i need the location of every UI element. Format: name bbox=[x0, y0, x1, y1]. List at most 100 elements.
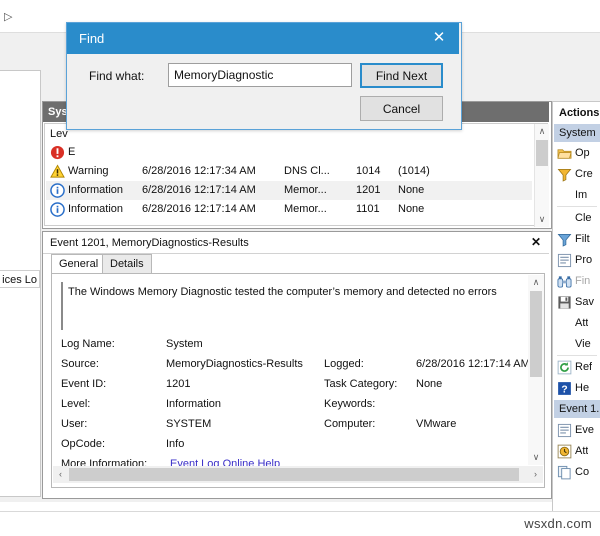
field-label-computer: Computer: bbox=[324, 416, 416, 432]
action-save-all-events-as[interactable]: Sav bbox=[554, 292, 600, 313]
row-date: 6/28/2016 12:17:34 AM bbox=[142, 163, 282, 180]
action-import-custom-view[interactable]: Im bbox=[554, 185, 600, 206]
actions-pane-header: Actions bbox=[553, 102, 600, 123]
field-label-user: User: bbox=[61, 416, 166, 432]
error-icon bbox=[50, 145, 65, 160]
action-view[interactable]: Vie bbox=[554, 334, 600, 355]
action-label: Sav bbox=[575, 295, 594, 310]
scroll-down-arrow-icon[interactable]: ∨ bbox=[529, 450, 543, 465]
action-find[interactable]: Fin bbox=[554, 271, 600, 292]
close-icon[interactable]: ✕ bbox=[529, 235, 543, 249]
action-clear-log[interactable]: Cle bbox=[554, 208, 600, 229]
row-level: Warning bbox=[68, 163, 140, 180]
action-label: Fin bbox=[575, 274, 590, 289]
scroll-up-arrow-icon[interactable]: ∧ bbox=[529, 275, 543, 290]
field-value-task-category: None bbox=[416, 376, 546, 392]
detail-horizontal-scrollbar[interactable]: ‹ › bbox=[53, 466, 543, 483]
event-detail-group: Event 1201, MemoryDiagnostics-Results ✕ … bbox=[42, 231, 552, 499]
help-icon: ? bbox=[557, 381, 572, 396]
action-label: Cle bbox=[575, 211, 592, 226]
row-source: DNS Cl... bbox=[284, 163, 354, 180]
row-event-id: 1201 bbox=[356, 182, 396, 199]
actions-separator bbox=[557, 355, 597, 356]
warning-icon bbox=[50, 164, 65, 179]
actions-group-event: Event 1. bbox=[554, 400, 600, 418]
actions-pane-title: Actions bbox=[559, 105, 599, 121]
table-row[interactable]: Warning 6/28/2016 12:17:34 AM DNS Cl... … bbox=[46, 162, 532, 181]
field-label-log-name: Log Name: bbox=[61, 336, 166, 352]
action-label: Vie bbox=[575, 337, 591, 352]
action-event-properties[interactable]: Eve bbox=[554, 420, 600, 441]
refresh-icon bbox=[557, 360, 572, 375]
event-list-vertical-scrollbar[interactable]: ∧ ∨ bbox=[534, 124, 549, 227]
row-event-id: 1101 bbox=[356, 201, 396, 218]
copy-icon bbox=[557, 465, 572, 480]
event-detail-title: Event 1201, MemoryDiagnostics-Results bbox=[50, 235, 249, 251]
find-what-label: Find what: bbox=[89, 68, 144, 84]
scroll-thumb[interactable] bbox=[69, 468, 519, 481]
action-open-saved-log[interactable]: Op bbox=[554, 143, 600, 164]
row-date bbox=[142, 144, 282, 161]
table-row[interactable]: E bbox=[46, 143, 532, 162]
action-label: Ref bbox=[575, 360, 592, 375]
toolbar-icon[interactable]: ▷ bbox=[4, 10, 18, 24]
scroll-thumb[interactable] bbox=[530, 291, 542, 377]
action-label: Filt bbox=[575, 232, 590, 247]
row-source: Memor... bbox=[284, 201, 354, 218]
find-what-input[interactable] bbox=[168, 63, 352, 87]
tree-item-services-logs[interactable]: ices Lo bbox=[0, 270, 40, 288]
tab-general[interactable]: General bbox=[51, 254, 106, 274]
field-value-logged: 6/28/2016 12:17:14 AM bbox=[416, 356, 546, 372]
action-help[interactable]: ? He bbox=[554, 378, 600, 399]
scroll-right-arrow-icon[interactable]: › bbox=[528, 466, 543, 482]
action-properties[interactable]: Pro bbox=[554, 250, 600, 271]
event-message-text: The Windows Memory Diagnostic tested the… bbox=[68, 285, 516, 299]
cancel-button[interactable]: Cancel bbox=[360, 96, 443, 121]
action-copy[interactable]: Co bbox=[554, 462, 600, 483]
row-task-category: None bbox=[398, 201, 488, 218]
action-refresh[interactable]: Ref bbox=[554, 357, 600, 378]
tab-details[interactable]: Details bbox=[102, 254, 152, 274]
find-dialog-body: Find what: Find Next Cancel bbox=[67, 54, 459, 127]
filter-funnel-icon bbox=[557, 232, 572, 247]
attach-task-icon bbox=[557, 444, 572, 459]
field-label-event-id: Event ID: bbox=[61, 376, 166, 392]
actions-pane: Actions System Op Cre Im bbox=[552, 101, 600, 525]
detail-tabs: General Details bbox=[51, 254, 545, 274]
close-icon[interactable]: ✕ bbox=[427, 27, 451, 49]
row-source bbox=[284, 144, 354, 161]
table-row[interactable]: Information 6/28/2016 12:17:14 AM Memor.… bbox=[46, 181, 532, 200]
row-level: Information bbox=[68, 201, 140, 218]
detail-vertical-scrollbar[interactable]: ∧ ∨ bbox=[528, 275, 544, 465]
field-label-opcode: OpCode: bbox=[61, 436, 166, 452]
save-disk-icon bbox=[557, 295, 572, 310]
action-filter-current-log[interactable]: Filt bbox=[554, 229, 600, 250]
field-label-task-category: Task Category: bbox=[324, 376, 416, 392]
action-attach-task-to-log[interactable]: Att bbox=[554, 313, 600, 334]
scroll-down-arrow-icon[interactable]: ∨ bbox=[535, 212, 549, 227]
properties-icon bbox=[557, 253, 572, 268]
action-label: Im bbox=[575, 188, 587, 203]
actions-group-system: System bbox=[554, 124, 600, 142]
action-label: Cre bbox=[575, 167, 593, 182]
row-task-category: None bbox=[398, 182, 488, 199]
properties-icon bbox=[557, 423, 572, 438]
field-label-keywords: Keywords: bbox=[324, 396, 416, 412]
action-create-custom-view[interactable]: Cre bbox=[554, 164, 600, 185]
field-label-source: Source: bbox=[61, 356, 166, 372]
action-label: Co bbox=[575, 465, 589, 480]
scroll-thumb[interactable] bbox=[536, 140, 548, 166]
table-row[interactable]: Information 6/28/2016 12:17:14 AM Memor.… bbox=[46, 200, 532, 219]
field-value-user: SYSTEM bbox=[166, 416, 321, 432]
row-date: 6/28/2016 12:17:14 AM bbox=[142, 182, 282, 199]
action-attach-task-to-event[interactable]: Att bbox=[554, 441, 600, 462]
watermark-text: wsxdn.com bbox=[524, 515, 592, 532]
find-next-button[interactable]: Find Next bbox=[360, 63, 443, 88]
scroll-up-arrow-icon[interactable]: ∧ bbox=[535, 124, 549, 139]
scroll-left-arrow-icon[interactable]: ‹ bbox=[53, 466, 68, 482]
action-label: Att bbox=[575, 444, 588, 459]
find-dialog: Find ✕ Find what: Find Next Cancel bbox=[66, 22, 462, 130]
find-dialog-title-bar: Find ✕ bbox=[67, 23, 459, 54]
console-tree-pane: ices Lo › bbox=[0, 70, 41, 497]
center-pane: Syst Lev E bbox=[42, 101, 550, 497]
